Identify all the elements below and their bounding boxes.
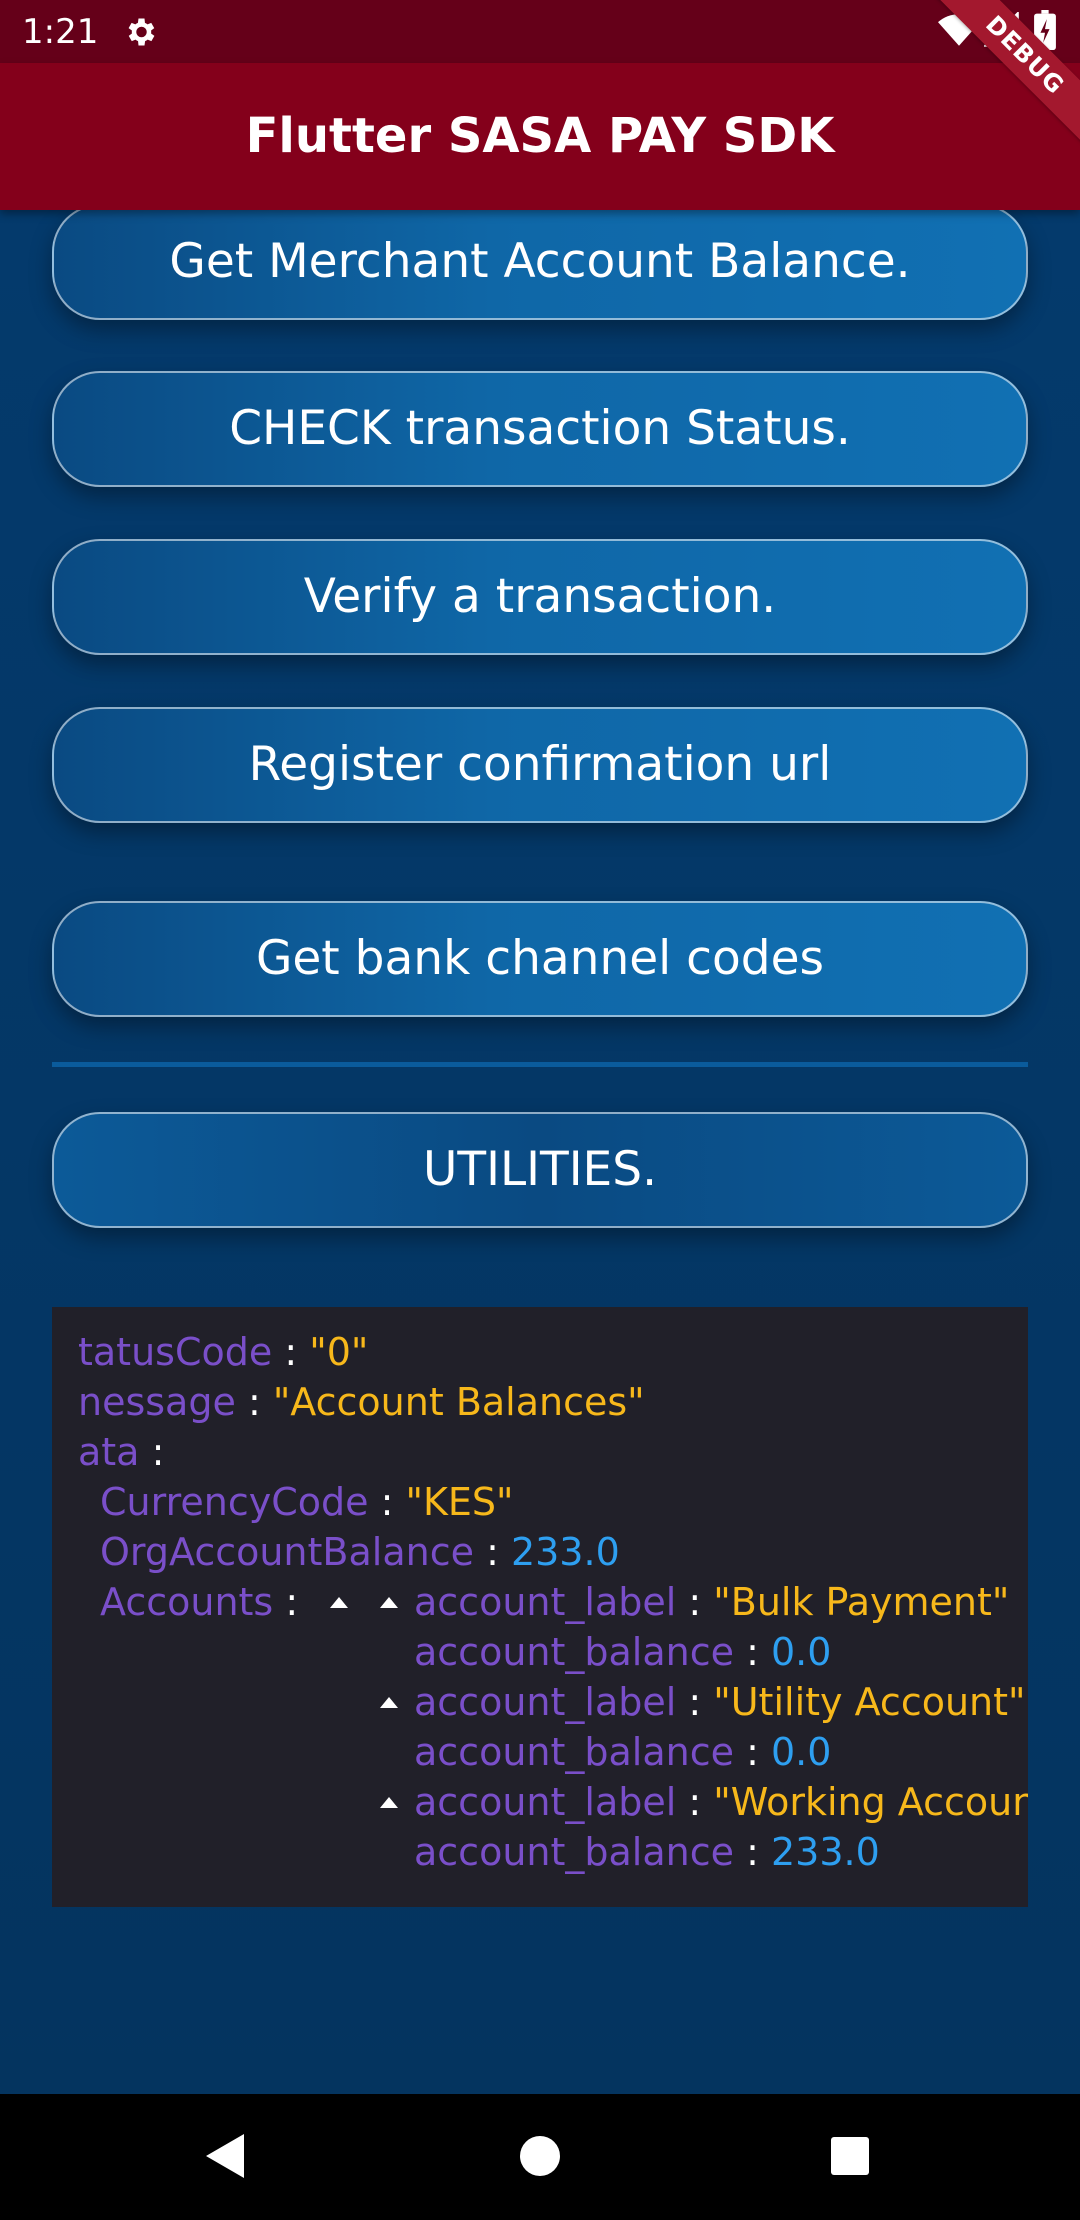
json-key: account_balance <box>414 1630 734 1674</box>
json-string-value: "0" <box>309 1330 369 1374</box>
json-key: CurrencyCode <box>100 1480 369 1524</box>
json-key: account_balance <box>414 1830 734 1874</box>
check-transaction-status-button[interactable]: CHECK transaction Status. <box>52 371 1028 487</box>
json-row: account_balance : 0.0 <box>414 1630 832 1674</box>
json-row: ata : <box>78 1430 165 1474</box>
verify-transaction-button[interactable]: Verify a transaction. <box>52 539 1028 655</box>
json-row: tatusCode : "0" <box>78 1330 369 1374</box>
json-row: account_label : "Utility Account" <box>414 1680 1026 1724</box>
app-bar: Flutter SASA PAY SDK <box>0 63 1080 210</box>
json-key: nessage <box>78 1380 236 1424</box>
json-string-value: "Account Balances" <box>272 1380 645 1424</box>
json-key: account_balance <box>414 1730 734 1774</box>
json-number-value: 233.0 <box>770 1830 880 1874</box>
json-row: account_balance : 233.0 <box>414 1830 880 1874</box>
utilities-button[interactable]: UTILITIES. <box>52 1112 1028 1228</box>
collapse-triangle-icon[interactable] <box>380 1597 398 1608</box>
json-row: Accounts : <box>100 1580 299 1624</box>
recents-icon[interactable] <box>831 2137 869 2175</box>
divider <box>52 1062 1028 1067</box>
json-response-viewer[interactable]: tatusCode : "0" nessage : "Account Balan… <box>52 1307 1028 1907</box>
json-key: account_label <box>414 1680 677 1724</box>
json-row: account_label : "Working Account" <box>414 1777 1028 1827</box>
status-bar: 1:21 <box>0 0 1080 63</box>
json-key: account_label <box>414 1780 677 1824</box>
json-number-value: 0.0 <box>770 1630 832 1674</box>
gear-icon <box>128 18 155 46</box>
json-row: CurrencyCode : "KES" <box>100 1480 514 1524</box>
page-title: Flutter SASA PAY SDK <box>245 108 835 164</box>
json-key: ata <box>78 1430 140 1474</box>
json-row: nessage : "Account Balances" <box>78 1380 645 1424</box>
collapse-triangle-icon[interactable] <box>330 1597 348 1608</box>
json-key: tatusCode <box>78 1330 273 1374</box>
get-bank-channel-codes-button[interactable]: Get bank channel codes <box>52 901 1028 1017</box>
register-confirmation-url-button[interactable]: Register confirmation url <box>52 707 1028 823</box>
json-number-value: 0.0 <box>770 1730 832 1774</box>
collapse-triangle-icon[interactable] <box>380 1797 398 1808</box>
json-string-value: "Working Account" <box>713 1780 1028 1824</box>
json-number-value: 233.0 <box>510 1530 620 1574</box>
json-key: Accounts <box>100 1580 274 1624</box>
json-row: OrgAccountBalance : 233.0 <box>100 1530 620 1574</box>
json-key: OrgAccountBalance <box>100 1530 474 1574</box>
collapse-triangle-icon[interactable] <box>380 1697 398 1708</box>
navigation-bar <box>0 2094 1080 2220</box>
json-string-value: "Utility Account" <box>713 1680 1026 1724</box>
json-string-value: "KES" <box>405 1480 514 1524</box>
home-icon[interactable] <box>520 2136 560 2176</box>
back-icon[interactable] <box>204 2132 246 2180</box>
json-row: account_balance : 0.0 <box>414 1730 832 1774</box>
json-string-value: "Bulk Payment" <box>713 1580 1010 1624</box>
json-key: account_label <box>414 1580 677 1624</box>
json-row: account_label : "Bulk Payment" <box>414 1580 1010 1624</box>
get-merchant-balance-button[interactable]: Get Merchant Account Balance. <box>52 210 1028 320</box>
status-time: 1:21 <box>22 12 99 52</box>
